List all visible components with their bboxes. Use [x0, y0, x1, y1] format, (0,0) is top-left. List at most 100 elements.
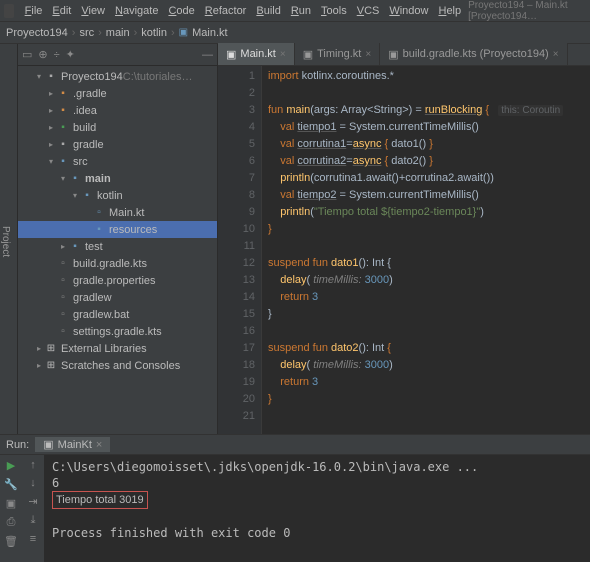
run-panel: Run: ▣ MainKt × ▶ 🔧 ▣ ⎙ 🗑 ↑ ↓ ⇥ ⤓ ≡ C:\U… — [0, 434, 590, 562]
trash-icon[interactable]: 🗑 — [4, 535, 18, 548]
file-g-icon: ▫ — [56, 292, 70, 303]
menu-window[interactable]: Window — [384, 4, 433, 18]
run-title: Run: — [6, 439, 29, 451]
tree-item[interactable]: ▫Main.kt — [18, 204, 217, 221]
folder-b-icon: ▪ — [68, 241, 82, 252]
menu-code[interactable]: Code — [163, 4, 199, 18]
folder-e-icon: ▪ — [56, 122, 70, 133]
run-output[interactable]: C:\Users\diegomoisset\.jdks\openjdk-16.0… — [44, 455, 590, 562]
tree-item[interactable]: ▸⊞Scratches and Consoles — [18, 357, 217, 374]
menu-build[interactable]: Build — [251, 4, 285, 18]
file-icon: ▣ — [226, 48, 236, 61]
chevron-icon[interactable]: ▸ — [46, 106, 56, 115]
crumb[interactable]: Proyecto194 — [6, 27, 68, 39]
file-kt-icon: ▫ — [92, 207, 106, 218]
folder-b-icon: ▪ — [92, 224, 106, 235]
tree-item[interactable]: ▫gradlew.bat — [18, 306, 217, 323]
gear-icon[interactable]: ✦ — [66, 48, 75, 61]
hide-icon[interactable]: — — [202, 49, 213, 61]
chevron-icon[interactable]: ▸ — [58, 242, 68, 251]
folder-icon: ▪ — [56, 139, 70, 150]
crumb[interactable]: main — [106, 27, 130, 39]
tree-label: gradle — [73, 139, 104, 151]
menu-view[interactable]: View — [76, 4, 110, 18]
menu-run[interactable]: Run — [286, 4, 316, 18]
editor-tabs: ▣Main.kt×▣Timing.kt×▣build.gradle.kts (P… — [218, 44, 590, 66]
breadcrumb: Proyecto194 › src › main › kotlin › ▣ Ma… — [0, 22, 590, 44]
crumb-file[interactable]: Main.kt — [192, 27, 227, 39]
tree-label: gradle.properties — [73, 275, 156, 287]
menu-navigate[interactable]: Navigate — [110, 4, 163, 18]
close-icon[interactable]: × — [96, 439, 102, 451]
menu-vcs[interactable]: VCS — [352, 4, 385, 18]
file-icon: ▣ — [303, 48, 313, 61]
folder-b-icon: ▪ — [56, 156, 70, 167]
tree-item[interactable]: ▸▪gradle — [18, 136, 217, 153]
tree-item[interactable]: ▪resources — [18, 221, 217, 238]
menu-tools[interactable]: Tools — [316, 4, 352, 18]
up-icon[interactable]: ↑ — [30, 459, 36, 471]
rerun-icon[interactable]: ▶ — [7, 459, 15, 472]
down-icon[interactable]: ↓ — [30, 477, 36, 489]
gutter[interactable]: 123▶45↪6↪78910111213↪1415161718↪192021 — [218, 66, 262, 434]
close-icon[interactable]: × — [280, 49, 286, 60]
menubar: FileEditViewNavigateCodeRefactorBuildRun… — [0, 0, 590, 22]
print-icon[interactable]: ⎙ — [7, 516, 16, 529]
chevron-icon[interactable]: ▾ — [34, 72, 44, 81]
tree-label: External Libraries — [61, 343, 147, 355]
tree-item[interactable]: ▫gradle.properties — [18, 272, 217, 289]
target-icon[interactable]: ⊕ — [38, 48, 47, 61]
tree-item[interactable]: ▫settings.gradle.kts — [18, 323, 217, 340]
collapse-icon[interactable]: ▭ — [22, 48, 32, 61]
project-tree[interactable]: ▾▪Proyecto194 C:\tutoriales…▸▪.gradle▸▪.… — [18, 66, 217, 434]
run-config-tab[interactable]: ▣ MainKt × — [35, 437, 110, 452]
tree-item[interactable]: ▫gradlew — [18, 289, 217, 306]
chevron-icon[interactable]: ▾ — [58, 174, 68, 183]
tree-item[interactable]: ▸⊞External Libraries — [18, 340, 217, 357]
chevron-icon[interactable]: ▸ — [34, 344, 44, 353]
chevron-icon[interactable]: ▾ — [46, 157, 56, 166]
debug-icon[interactable]: ▣ — [6, 497, 16, 510]
tree-item[interactable]: ▸▪.gradle — [18, 85, 217, 102]
project-tool-tab[interactable]: Project — [0, 44, 18, 434]
chevron-icon[interactable]: ▾ — [70, 191, 80, 200]
code-content[interactable]: import kotlinx.coroutines.*fun main(args… — [262, 66, 590, 434]
project-toolbar: ▭ ⊕ ÷ ✦ — — [18, 44, 217, 66]
editor-tab[interactable]: ▣build.gradle.kts (Proyecto194)× — [380, 43, 567, 65]
folder-o-icon: ▪ — [56, 88, 70, 99]
editor-tab[interactable]: ▣Main.kt× — [218, 43, 295, 65]
chevron-icon[interactable]: ▸ — [34, 361, 44, 370]
tree-label: build — [73, 122, 96, 134]
file-g-icon: ▫ — [56, 275, 70, 286]
chevron-icon[interactable]: ▸ — [46, 89, 56, 98]
tree-item[interactable]: ▫build.gradle.kts — [18, 255, 217, 272]
editor-tab[interactable]: ▣Timing.kt× — [295, 43, 380, 65]
menu-file[interactable]: File — [20, 4, 48, 18]
tree-item[interactable]: ▾▪Proyecto194 C:\tutoriales… — [18, 68, 217, 85]
tree-item[interactable]: ▾▪main — [18, 170, 217, 187]
tree-item[interactable]: ▾▪src — [18, 153, 217, 170]
close-icon[interactable]: × — [553, 49, 559, 60]
tree-label: main — [85, 173, 111, 185]
scroll-end-icon[interactable]: ⤓ — [31, 514, 36, 527]
wrench-icon[interactable]: 🔧 — [4, 478, 18, 491]
menu-help[interactable]: Help — [433, 4, 466, 18]
crumb[interactable]: kotlin — [141, 27, 167, 39]
tree-item[interactable]: ▸▪build — [18, 119, 217, 136]
tree-item[interactable]: ▸▪test — [18, 238, 217, 255]
chevron-icon[interactable]: ▸ — [46, 140, 56, 149]
tree-label: gradlew — [73, 292, 112, 304]
expand-icon[interactable]: ÷ — [54, 49, 60, 61]
filter-icon[interactable]: ≡ — [30, 533, 36, 545]
lib-icon: ⊞ — [44, 360, 58, 371]
tree-item[interactable]: ▾▪kotlin — [18, 187, 217, 204]
tree-label: build.gradle.kts — [73, 258, 147, 270]
tree-item[interactable]: ▸▪.idea — [18, 102, 217, 119]
chevron-icon[interactable]: ▸ — [46, 123, 56, 132]
close-icon[interactable]: × — [365, 49, 371, 60]
soft-wrap-icon[interactable]: ⇥ — [28, 495, 37, 508]
menu-refactor[interactable]: Refactor — [200, 4, 252, 18]
crumb[interactable]: src — [79, 27, 94, 39]
menu-edit[interactable]: Edit — [47, 4, 76, 18]
project-title: Proyecto194 – Main.kt [Proyecto194… — [468, 0, 586, 22]
